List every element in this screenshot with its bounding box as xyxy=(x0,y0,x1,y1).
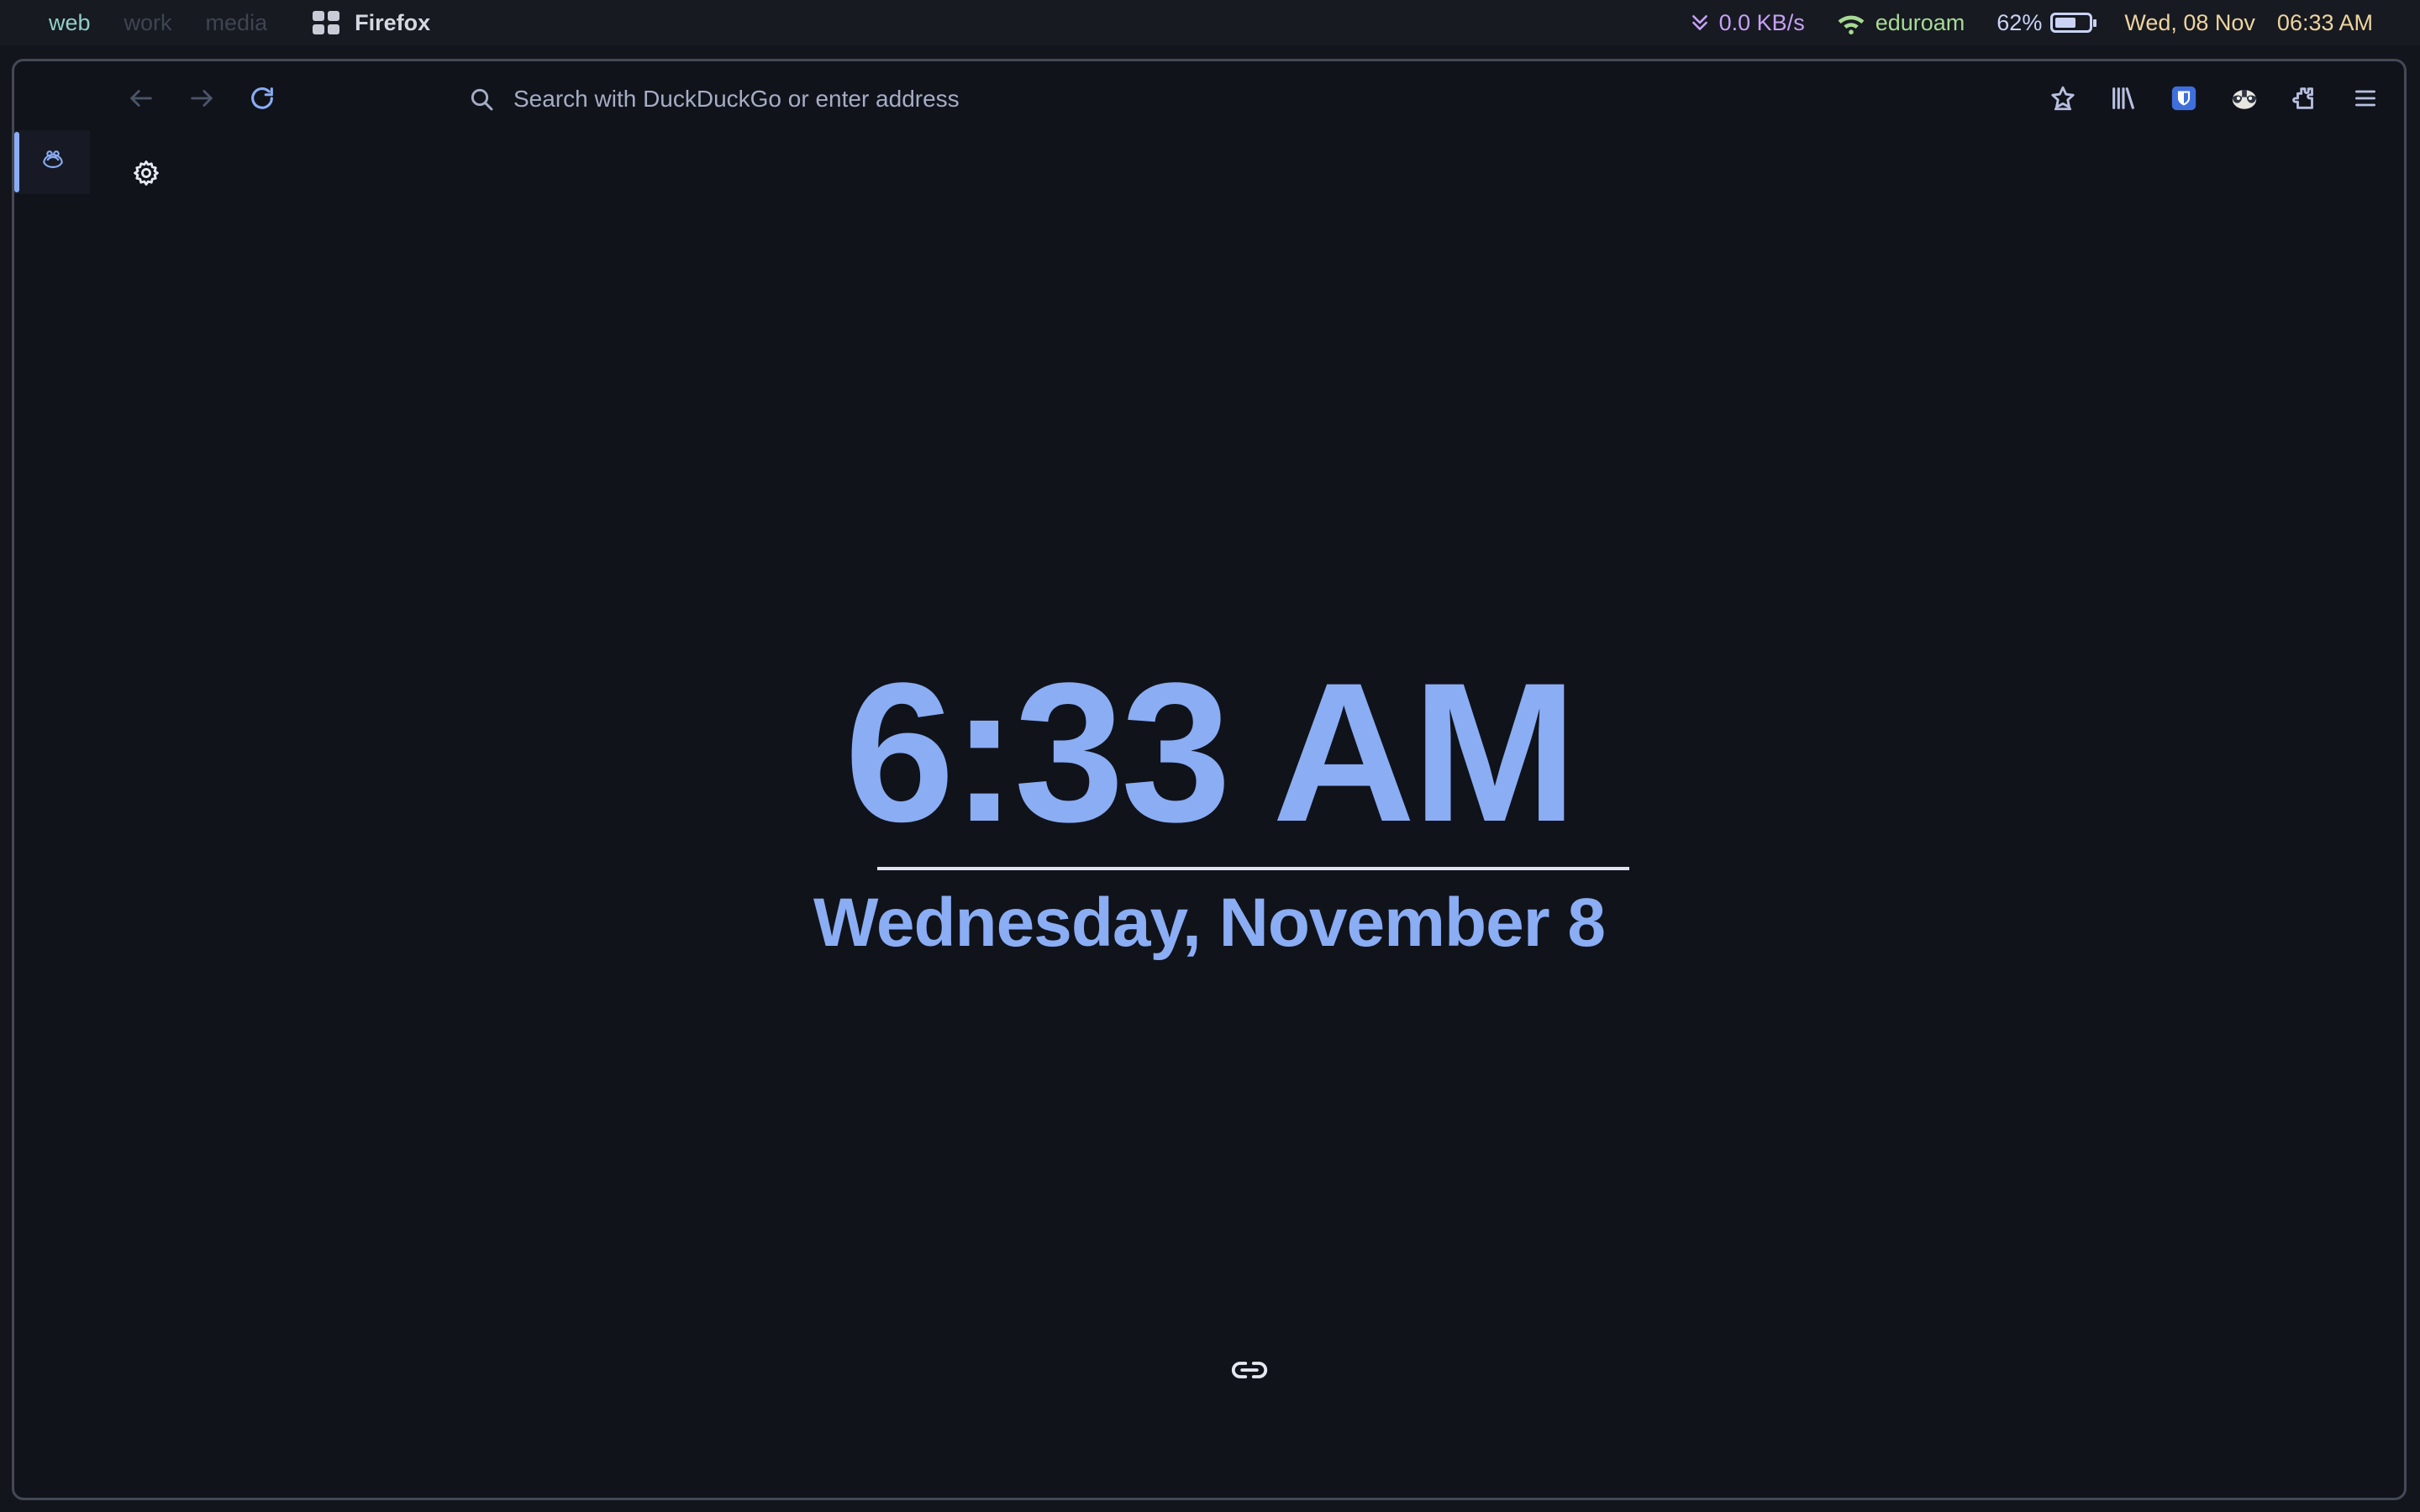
library-button[interactable] xyxy=(2103,76,2144,120)
battery-percent: 62% xyxy=(1996,9,2043,35)
extensions-button[interactable] xyxy=(2285,76,2325,120)
arrow-right-icon xyxy=(191,90,213,107)
battery-fill xyxy=(2055,18,2075,28)
privacy-badger-icon xyxy=(2232,90,2257,109)
active-app-title: Firefox xyxy=(355,9,431,35)
bitwarden-button[interactable] xyxy=(2164,76,2204,120)
desktop-background: web work media Firefox 0.0 KB/s eduroam … xyxy=(0,0,2420,1512)
app-grid-icon xyxy=(313,11,340,34)
clock-time: 06:33 AM xyxy=(2276,9,2373,35)
reload-icon xyxy=(251,87,273,109)
newtab-settings-button[interactable] xyxy=(125,152,167,194)
reload-button[interactable] xyxy=(242,78,282,118)
privacy-badger-button[interactable] xyxy=(2224,76,2265,120)
app-menu-button[interactable] xyxy=(2345,76,2386,120)
link-icon xyxy=(1231,1362,1268,1378)
extensions-icon xyxy=(2292,87,2313,109)
tab-favicon-icon xyxy=(43,150,63,169)
download-icon xyxy=(1691,15,1707,30)
library-icon xyxy=(2112,87,2134,109)
back-button[interactable] xyxy=(121,78,161,118)
gear-icon xyxy=(134,160,159,186)
sidebar-tab[interactable] xyxy=(14,130,90,194)
browser-toolbar xyxy=(14,61,2404,137)
bookmark-star-button[interactable] xyxy=(2043,76,2083,120)
search-icon xyxy=(471,88,493,111)
browser-window: 6:33 AM Wednesday, November 8 xyxy=(12,59,2407,1500)
bitwarden-icon xyxy=(2171,86,2196,111)
status-bar: web work media Firefox 0.0 KB/s eduroam … xyxy=(0,0,2420,45)
toolbar-actions xyxy=(2043,76,2386,120)
wifi-icon xyxy=(1838,15,1865,34)
system-clock[interactable]: Wed, 08 Nov 06:33 AM xyxy=(2124,10,2373,36)
battery-status: 62% xyxy=(1996,9,2097,36)
forward-button[interactable] xyxy=(182,78,222,118)
clock-divider xyxy=(877,867,1629,870)
clock-date: Wed, 08 Nov xyxy=(2124,9,2255,35)
battery-icon xyxy=(2050,13,2097,33)
network-speed-text: 0.0 KB/s xyxy=(1718,9,1805,35)
menu-icon xyxy=(2355,90,2375,107)
network-speed: 0.0 KB/s xyxy=(1689,10,1805,36)
address-input[interactable] xyxy=(512,85,1607,113)
wifi-name: eduroam xyxy=(1875,9,1965,35)
workspace-media[interactable]: media xyxy=(206,10,268,36)
bookmark-star-icon xyxy=(2051,86,2075,111)
newtab-clock: 6:33 AM xyxy=(844,642,1577,864)
arrow-left-icon xyxy=(130,90,152,107)
link-button[interactable] xyxy=(1224,1349,1275,1391)
tab-active-indicator xyxy=(14,132,19,192)
workspace-work[interactable]: work xyxy=(124,10,172,36)
active-app: Firefox xyxy=(313,10,430,36)
workspace-list: web work media xyxy=(49,10,267,36)
workspace-web[interactable]: web xyxy=(49,10,91,36)
wifi-status[interactable]: eduroam xyxy=(1837,10,1965,36)
newtab-date: Wednesday, November 8 xyxy=(813,885,1606,961)
address-bar[interactable] xyxy=(468,76,1644,122)
status-bar-right: 0.0 KB/s eduroam 62% Wed, 08 Nov 06:33 A… xyxy=(1689,10,2373,36)
